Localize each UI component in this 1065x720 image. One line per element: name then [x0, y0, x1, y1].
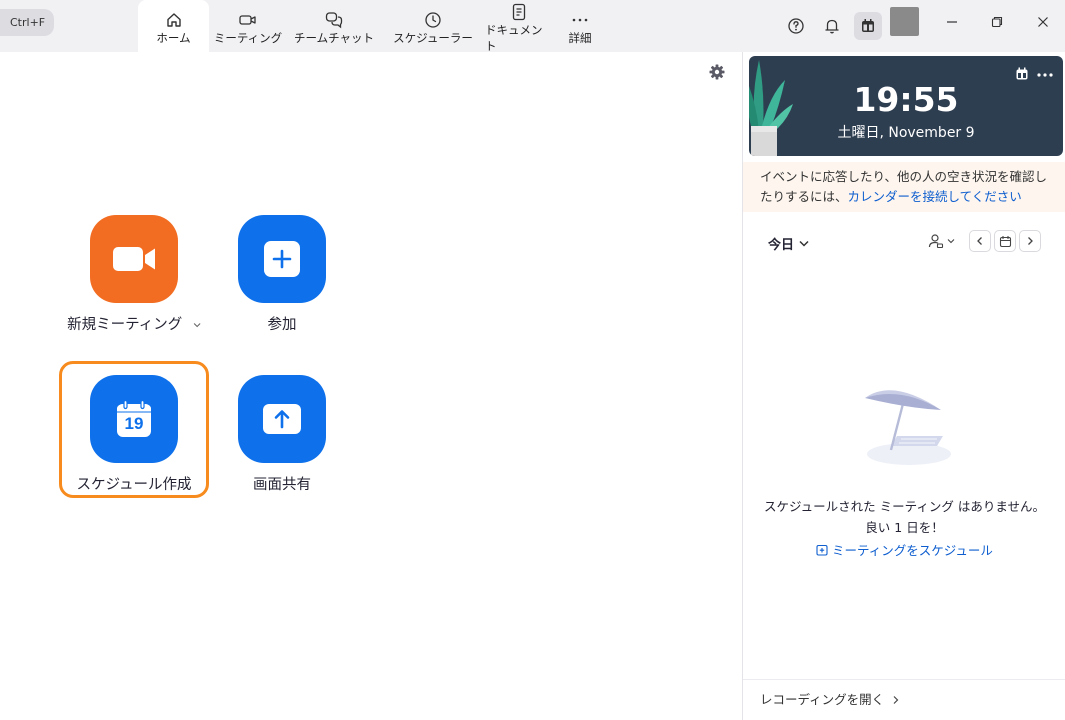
person-icon — [928, 233, 944, 249]
calendar-widget-icon — [860, 18, 876, 34]
no-meetings-text: スケジュールされた ミーティング はありません。 — [764, 499, 1045, 514]
schedule-meeting-link[interactable]: ミーティングをスケジュール — [743, 540, 1065, 559]
tab-more-label: 詳細 — [568, 30, 592, 45]
notifications-button[interactable] — [818, 12, 846, 40]
clock-date: 土曜日, November 9 — [837, 125, 975, 141]
video-camera-icon — [239, 11, 257, 29]
tab-team-chat[interactable]: チームチャット — [287, 0, 381, 52]
avatar[interactable] — [890, 7, 919, 36]
connect-calendar-link[interactable]: カレンダーを接続してください — [848, 189, 1022, 204]
previous-day-button[interactable] — [969, 230, 991, 252]
chevron-right-icon — [892, 695, 899, 705]
chat-bubbles-icon — [325, 11, 343, 29]
chevron-down-icon — [947, 238, 955, 244]
open-recordings-label: レコーディングを開く — [760, 692, 885, 707]
chevron-right-icon — [1026, 236, 1034, 246]
tab-scheduler[interactable]: スケジューラー — [381, 0, 485, 52]
home-icon — [165, 11, 183, 29]
restore-icon — [991, 16, 1003, 28]
chevron-down-icon — [799, 240, 809, 247]
calendar-widget-button[interactable] — [854, 12, 882, 40]
calendar-icon[interactable] — [1015, 67, 1029, 81]
new-meeting-label[interactable]: 新規ミーティング — [67, 313, 201, 334]
video-camera-icon — [111, 244, 157, 274]
clock-icon — [424, 11, 442, 29]
tab-meetings[interactable]: ミーティング — [209, 0, 287, 52]
people-filter-button[interactable] — [928, 233, 955, 249]
settings-button[interactable] — [708, 63, 726, 81]
schedule-label: スケジュール作成 — [76, 477, 192, 493]
gear-icon — [708, 63, 726, 81]
beach-umbrella-illustration — [861, 384, 951, 468]
close-icon — [1037, 16, 1049, 28]
toolbar-right — [782, 0, 882, 52]
schedule-meeting-link-label: ミーティングをスケジュール — [832, 543, 993, 558]
restore-button[interactable] — [983, 8, 1011, 36]
join-action: 参加 — [238, 215, 326, 333]
new-meeting-action: 新規ミーティング — [67, 215, 201, 333]
schedule-button[interactable]: 19 — [90, 375, 178, 463]
calendar-day-number: 19 — [124, 414, 144, 433]
share-screen-label: 画面共有 — [253, 477, 311, 493]
calendar-plus-icon — [816, 544, 828, 556]
tab-home[interactable]: ホーム — [138, 0, 209, 52]
more-dots-icon — [571, 11, 589, 29]
right-panel: 19:55 土曜日, November 9 イベントに応答したり、他の人の空き状… — [742, 52, 1065, 720]
calendar-picker-button[interactable] — [994, 230, 1016, 252]
clock-time: 19:55 — [853, 80, 959, 119]
have-a-good-day-text: 良い 1 日を！ — [865, 520, 944, 535]
calendar-controls — [928, 230, 1041, 252]
clock-widget: 19:55 土曜日, November 9 — [749, 56, 1063, 156]
main-tabs: ホーム ミーティング チームチャット スケジューラー ドキュメント 詳細 — [138, 0, 607, 53]
next-day-button[interactable] — [1019, 230, 1041, 252]
share-arrow-icon — [262, 403, 302, 435]
today-dropdown[interactable]: 今日 — [768, 234, 809, 253]
document-icon — [511, 3, 527, 21]
tab-team-chat-label: チームチャット — [293, 30, 375, 45]
join-label: 参加 — [267, 317, 297, 333]
chevron-down-icon[interactable] — [193, 322, 201, 328]
share-screen-button[interactable] — [238, 375, 326, 463]
plus-icon — [263, 240, 301, 278]
new-meeting-button[interactable] — [90, 215, 178, 303]
minimize-icon — [946, 16, 958, 28]
tab-home-label: ホーム — [156, 30, 191, 45]
tab-meetings-label: ミーティング — [213, 30, 283, 45]
chevron-left-icon — [976, 236, 984, 246]
schedule-action: 19 スケジュール作成 — [77, 375, 191, 493]
calendar-icon: 19 — [116, 400, 152, 438]
more-dots-icon[interactable] — [1037, 73, 1053, 77]
search-shortcut-button[interactable]: Ctrl+F — [0, 9, 54, 36]
share-screen-action: 画面共有 — [238, 375, 326, 493]
tab-scheduler-label: スケジューラー — [393, 30, 473, 45]
tab-documents[interactable]: ドキュメント — [485, 0, 553, 53]
open-recordings-link[interactable]: レコーディングを開く — [743, 679, 1065, 720]
calendar-icon — [999, 235, 1012, 248]
help-button[interactable] — [782, 12, 810, 40]
bell-icon — [823, 17, 841, 35]
tab-documents-label: ドキュメント — [485, 22, 543, 53]
join-button[interactable] — [238, 215, 326, 303]
close-button[interactable] — [1029, 8, 1057, 36]
calendar-connect-notice: イベントに応答したり、他の人の空き状況を確認したりするには、カレンダーを接続して… — [743, 162, 1065, 212]
top-bar: Ctrl+F ホーム ミーティング チームチャット スケジューラー ドキュメント… — [0, 0, 1065, 53]
minimize-button[interactable] — [938, 8, 966, 36]
tab-more[interactable]: 詳細 — [553, 0, 607, 52]
today-label: 今日 — [768, 238, 795, 253]
help-icon — [787, 17, 805, 35]
